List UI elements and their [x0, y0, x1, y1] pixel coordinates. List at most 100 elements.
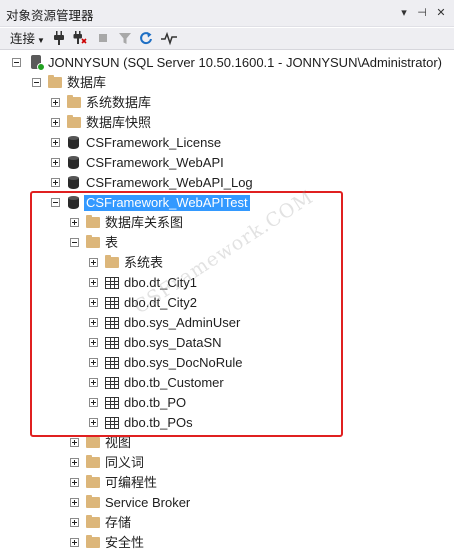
expand-icon[interactable] [70, 458, 79, 467]
table-icon [105, 317, 119, 329]
tree-node-synonyms[interactable]: 同义词 [0, 453, 454, 473]
tree-node-views[interactable]: 视图 [0, 433, 454, 453]
tree-node-system-databases[interactable]: 系统数据库 [0, 93, 454, 113]
node-label: 同义词 [105, 455, 145, 470]
expand-icon[interactable] [70, 438, 79, 447]
tree-node-table[interactable]: dbo.dt_City1 [0, 273, 454, 293]
folder-icon [67, 115, 81, 128]
table-icon [105, 357, 119, 369]
expand-icon[interactable] [70, 538, 79, 547]
node-label-selected: CSFramework_WebAPITest [84, 195, 250, 211]
collapse-icon[interactable] [51, 198, 60, 207]
expand-icon[interactable] [89, 358, 98, 367]
folder-icon [86, 475, 100, 488]
folder-icon [86, 535, 100, 548]
close-icon[interactable]: ✕ [433, 4, 449, 22]
tree-node-table[interactable]: dbo.sys_DataSN [0, 333, 454, 353]
node-label: 可编程性 [105, 475, 158, 490]
expand-icon[interactable] [70, 218, 79, 227]
node-label: 系统表 [124, 255, 164, 270]
database-icon [68, 156, 79, 170]
refresh-icon[interactable] [139, 30, 153, 48]
disconnect-icon[interactable] [73, 30, 87, 48]
tree-node-service-broker[interactable]: Service Broker [0, 493, 454, 513]
collapse-icon[interactable] [32, 78, 41, 87]
expand-icon[interactable] [89, 338, 98, 347]
object-explorer-tree: JONNYSUN (SQL Server 10.50.1600.1 - JONN… [0, 51, 454, 558]
table-icon [105, 277, 119, 289]
tree-node-table[interactable]: dbo.tb_POs [0, 413, 454, 433]
expand-icon[interactable] [89, 258, 98, 267]
expand-icon[interactable] [89, 378, 98, 387]
panel-titlebar: 对象资源管理器 ▾ ⊣ ✕ [0, 0, 454, 27]
node-label: 视图 [105, 435, 132, 450]
folder-icon [105, 255, 119, 268]
connect-plug-icon[interactable] [53, 30, 65, 48]
tree-node-table[interactable]: dbo.tb_Customer [0, 373, 454, 393]
expand-icon[interactable] [89, 278, 98, 287]
folder-icon [48, 75, 62, 88]
tree-node-table[interactable]: dbo.tb_PO [0, 393, 454, 413]
folder-icon [86, 495, 100, 508]
panel-title: 对象资源管理器 [6, 9, 94, 23]
table-icon [105, 377, 119, 389]
database-icon [68, 196, 79, 210]
server-icon [30, 55, 45, 71]
node-label: dbo.tb_POs [124, 415, 193, 430]
tree-node-db-webapi-log[interactable]: CSFramework_WebAPI_Log [0, 173, 454, 193]
expand-icon[interactable] [70, 518, 79, 527]
connect-button[interactable]: 连接 ▼ [10, 30, 45, 48]
table-icon [105, 337, 119, 349]
tree-node-tables[interactable]: 表 [0, 233, 454, 253]
node-label: dbo.sys_AdminUser [124, 315, 241, 330]
node-label: 表 [105, 235, 119, 250]
node-label: dbo.dt_City2 [124, 295, 197, 310]
tree-node-programmability[interactable]: 可编程性 [0, 473, 454, 493]
collapse-icon[interactable] [12, 58, 21, 67]
server-label: JONNYSUN (SQL Server 10.50.1600.1 - JONN… [48, 55, 442, 70]
dropdown-icon[interactable]: ▾ [396, 4, 412, 22]
tree-node-table[interactable]: dbo.sys_AdminUser [0, 313, 454, 333]
node-label: dbo.sys_DataSN [124, 335, 222, 350]
folder-icon [86, 455, 100, 468]
tree-node-db-webapi[interactable]: CSFramework_WebAPI [0, 153, 454, 173]
expand-icon[interactable] [51, 118, 60, 127]
table-icon [105, 417, 119, 429]
database-icon [68, 176, 79, 190]
tree-node-db-license[interactable]: CSFramework_License [0, 133, 454, 153]
tree-node-db-webapitest[interactable]: CSFramework_WebAPITest [0, 193, 454, 213]
expand-icon[interactable] [70, 478, 79, 487]
folder-icon [86, 515, 100, 528]
node-label: 数据库关系图 [105, 215, 184, 230]
expand-icon[interactable] [51, 178, 60, 187]
expand-icon[interactable] [51, 138, 60, 147]
table-icon [105, 297, 119, 309]
expand-icon[interactable] [51, 98, 60, 107]
tree-node-databases[interactable]: 数据库 [0, 73, 454, 93]
pin-icon[interactable]: ⊣ [414, 4, 430, 22]
expand-icon[interactable] [89, 318, 98, 327]
folder-icon [86, 435, 100, 448]
tree-node-snapshots[interactable]: 数据库快照 [0, 113, 454, 133]
collapse-icon[interactable] [70, 238, 79, 247]
tree-node-table[interactable]: dbo.dt_City2 [0, 293, 454, 313]
filter-icon[interactable] [118, 30, 132, 48]
tree-node-server[interactable]: JONNYSUN (SQL Server 10.50.1600.1 - JONN… [0, 53, 454, 73]
tree-node-system-tables[interactable]: 系统表 [0, 253, 454, 273]
expand-icon[interactable] [51, 158, 60, 167]
tree-node-storage[interactable]: 存储 [0, 513, 454, 533]
expand-icon[interactable] [89, 298, 98, 307]
tree-node-security[interactable]: 安全性 [0, 533, 454, 553]
expand-icon[interactable] [70, 498, 79, 507]
node-label: CSFramework_License [86, 135, 222, 150]
tree-node-diagrams[interactable]: 数据库关系图 [0, 213, 454, 233]
folder-icon [86, 215, 100, 228]
node-label: CSFramework_WebAPI [86, 155, 224, 170]
expand-icon[interactable] [89, 398, 98, 407]
stop-icon[interactable] [97, 30, 109, 48]
activity-monitor-icon[interactable] [160, 30, 178, 48]
node-label: dbo.tb_Customer [124, 375, 224, 390]
tree-node-table[interactable]: dbo.sys_DocNoRule [0, 353, 454, 373]
expand-icon[interactable] [89, 418, 98, 427]
node-label: dbo.tb_PO [124, 395, 187, 410]
